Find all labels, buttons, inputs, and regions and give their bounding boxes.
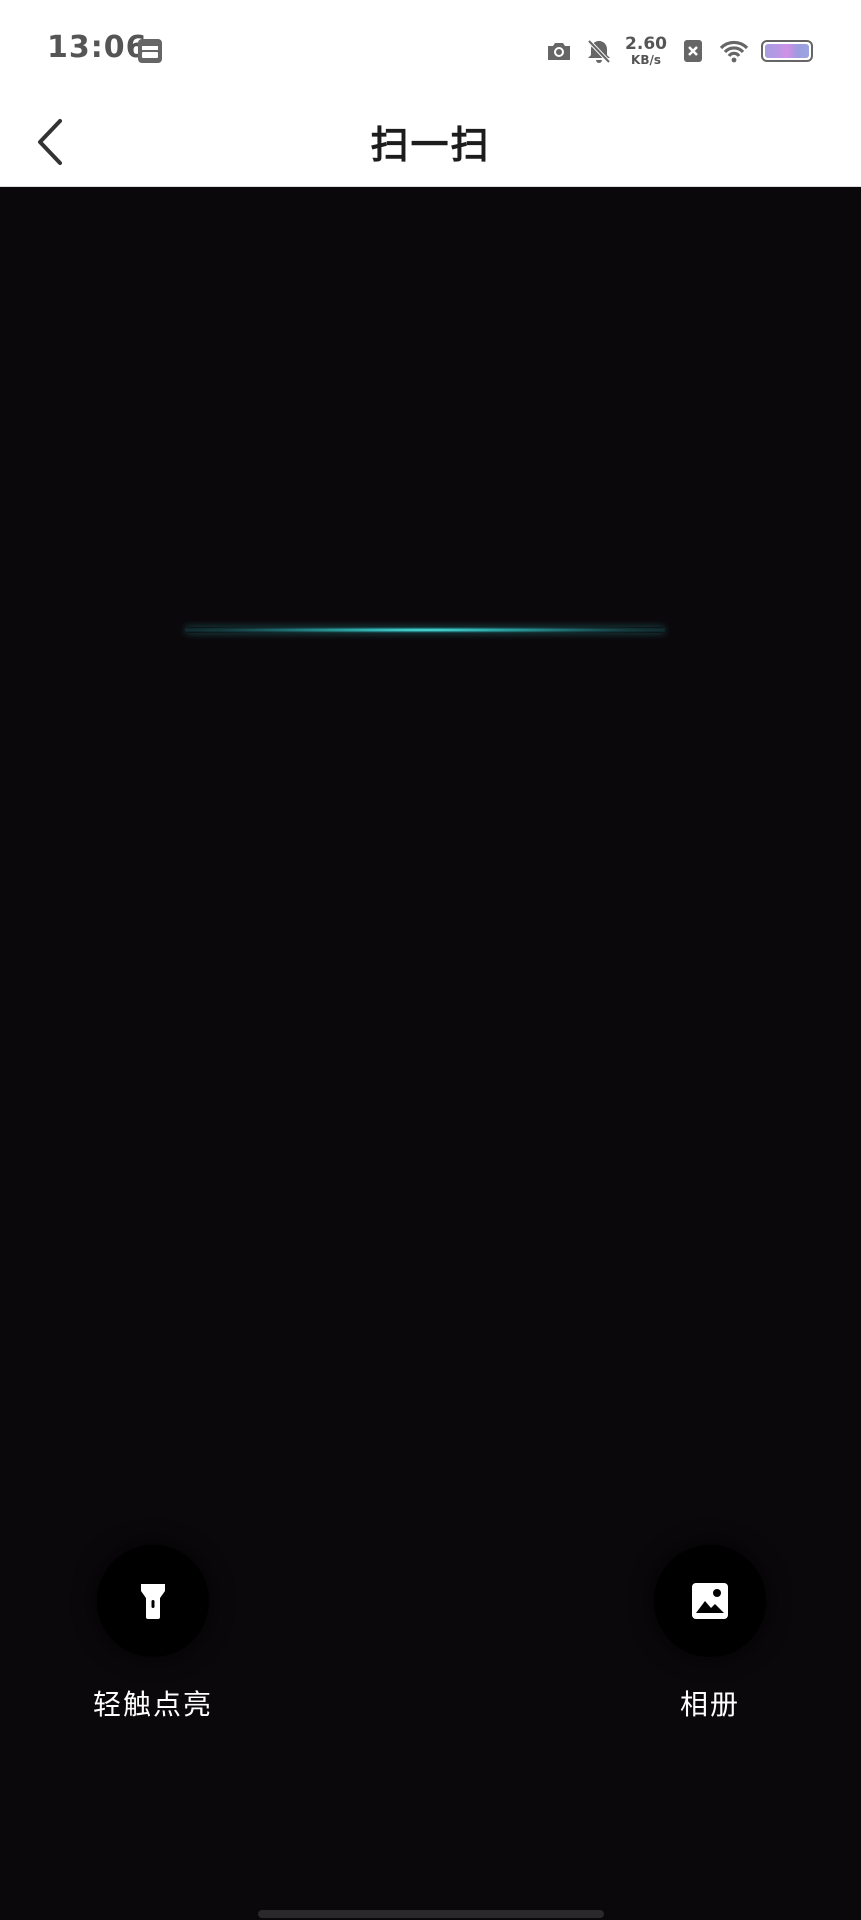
home-indicator[interactable] <box>258 1910 604 1918</box>
flashlight-circle[interactable] <box>97 1545 209 1657</box>
status-bar: 13:06 2.60 KB/s <box>0 0 861 100</box>
album-button[interactable]: 相册 <box>600 1545 820 1723</box>
flashlight-label: 轻触点亮 <box>92 1688 213 1721</box>
flashlight-button[interactable]: 轻触点亮 <box>43 1545 263 1723</box>
album-label: 相册 <box>679 1688 740 1721</box>
image-icon <box>692 1583 728 1619</box>
status-icons: 2.60 KB/s <box>545 30 813 72</box>
battery-level <box>765 44 809 58</box>
bell-muted-icon <box>587 39 611 64</box>
battery-icon <box>761 40 813 62</box>
app-header: 扫一扫 <box>0 100 861 187</box>
page-title: 扫一扫 <box>370 123 491 167</box>
wifi-icon <box>719 40 749 63</box>
camera-viewfinder: 轻触点亮 相册 <box>0 187 861 1920</box>
net-speed: 2.60 KB/s <box>625 34 667 67</box>
net-speed-value: 2.60 <box>625 34 667 54</box>
scan-line <box>185 627 665 633</box>
status-time: 13:06 <box>47 30 148 65</box>
camera-icon <box>548 43 571 60</box>
flashlight-icon <box>141 1584 165 1619</box>
calendar-icon <box>138 39 162 63</box>
album-circle[interactable] <box>654 1545 766 1657</box>
close-box-icon <box>684 40 702 62</box>
net-speed-unit: KB/s <box>631 53 662 67</box>
